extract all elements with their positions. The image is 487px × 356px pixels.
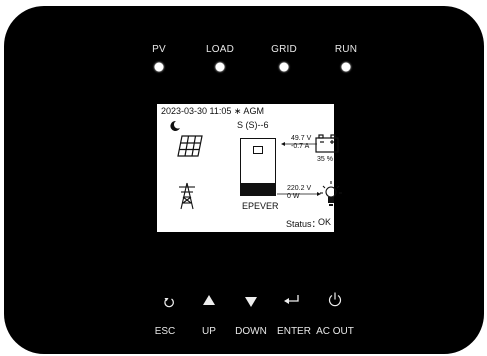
esc-button[interactable] bbox=[163, 296, 175, 308]
light-bulb-icon bbox=[320, 181, 342, 206]
enter-button[interactable] bbox=[284, 295, 300, 305]
lcd-screen: 2023-03-30 11:05 ∗ AGM S (S)--6 EPEVER 4… bbox=[157, 104, 342, 232]
power-pylon-icon bbox=[179, 182, 195, 210]
down-button[interactable] bbox=[245, 297, 257, 307]
brand-label: EPEVER bbox=[242, 201, 279, 211]
controller-panel: PV LOAD GRID RUN 2023-03-30 11:05 ∗ AGM … bbox=[4, 6, 484, 354]
status-label: Status： bbox=[286, 219, 321, 229]
grid-led bbox=[279, 62, 289, 72]
enter-label: ENTER bbox=[277, 326, 311, 337]
load-flow-arrow bbox=[277, 192, 321, 196]
indicator-label-pv: PV bbox=[152, 44, 166, 55]
down-label: DOWN bbox=[235, 326, 267, 337]
indicator-label-run: RUN bbox=[334, 44, 358, 55]
lcd-mode: S (S)--6 bbox=[237, 120, 269, 130]
pv-led bbox=[154, 62, 164, 72]
controller-device-icon bbox=[240, 138, 276, 196]
ac-out-label: AC OUT bbox=[316, 326, 354, 337]
solar-panel-icon bbox=[177, 135, 203, 157]
battery-soc: 35 % bbox=[317, 156, 333, 163]
esc-label: ESC bbox=[154, 326, 176, 337]
run-led bbox=[341, 62, 351, 72]
battery-flow-arrow bbox=[281, 142, 317, 146]
indicator-label-load: LOAD bbox=[205, 44, 235, 55]
indicator-label-grid: GRID bbox=[271, 44, 297, 55]
battery-icon bbox=[315, 134, 339, 153]
lcd-header: 2023-03-30 11:05 ∗ AGM bbox=[161, 106, 264, 116]
ac-out-power-button[interactable] bbox=[328, 292, 342, 307]
moon-icon bbox=[170, 120, 180, 131]
status-value: OK bbox=[318, 217, 332, 227]
up-label: UP bbox=[202, 326, 216, 337]
up-button[interactable] bbox=[203, 295, 215, 305]
load-led bbox=[215, 62, 225, 72]
